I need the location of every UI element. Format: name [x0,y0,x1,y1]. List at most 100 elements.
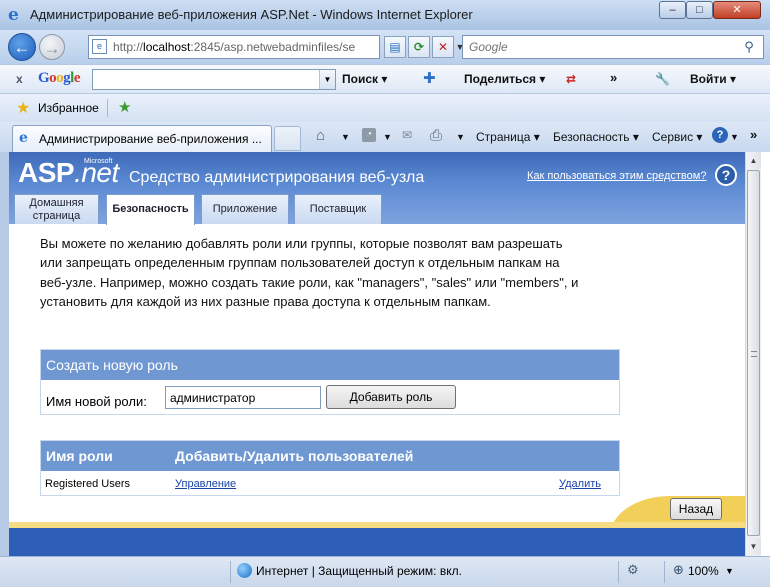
page-viewport: ASP.net Microsoft Средство администриров… [0,152,770,556]
address-bar[interactable]: e http://localhost:2845/asp.netwebadminf… [88,35,464,59]
url-rest: :2845/asp.netwebadminfiles/se [190,40,356,54]
tab-row: e Администрирование веб-приложения ... ⌂… [0,122,770,152]
maximize-button[interactable]: □ [686,1,713,19]
globe-icon [237,563,252,578]
back-button[interactable]: ← [8,33,36,61]
how-to-use-link[interactable]: Как пользоваться этим средством? [527,170,706,182]
manage-link[interactable]: Управление [175,478,236,490]
microsoft-label: Microsoft [84,158,113,165]
column-header-manage-users: Добавить/Удалить пользователей [175,448,414,464]
scroll-thumb[interactable] [747,170,760,536]
favorites-star-icon[interactable]: ★ [16,98,30,118]
toolbar-close-icon[interactable]: x [16,72,23,86]
google-search-input[interactable]: ▼ [92,69,336,90]
command-bar-more-button[interactable]: » [750,127,757,142]
safety-menu[interactable]: Безопасность ▾ [553,130,639,144]
intro-text: Вы можете по желанию добавлять роли или … [40,236,579,309]
page-icon: e [92,39,107,54]
security-zone-status[interactable]: Интернет | Защищенный режим: вкл. [256,564,462,578]
title-bar: e Администрирование веб-приложения ASP.N… [0,0,770,30]
divider [618,561,619,583]
mail-icon[interactable]: ✉ [402,128,412,142]
chevron-down-icon[interactable]: ▼ [319,70,335,89]
create-role-panel: Создать новую роль Имя новой роли: Добав… [40,349,620,415]
column-header-role-name: Имя роли [46,448,113,464]
delete-link[interactable]: Удалить [559,478,601,490]
browser-tab[interactable]: e Администрирование веб-приложения ... [12,125,272,152]
close-button[interactable]: ✕ [713,1,761,19]
translate-icon[interactable]: ⇄ [566,72,576,86]
vertical-scrollbar[interactable]: ▲ ▼ [745,152,761,556]
google-logo: Google [38,70,81,87]
divider [230,561,231,583]
table-header: Имя роли Добавить/Удалить пользователей [41,441,619,471]
minimize-button[interactable]: – [659,1,686,19]
new-role-label: Имя новой роли: [46,394,147,409]
wrench-icon[interactable]: 🔧 [655,72,670,86]
address-url[interactable]: http://localhost:2845/asp.netwebadminfil… [113,40,363,54]
scroll-up-icon[interactable]: ▲ [746,152,761,169]
window-title: Администрирование веб-приложения ASP.Net… [30,7,473,22]
compatibility-view-icon[interactable]: ▤ [384,36,406,58]
tab-security[interactable]: Безопасность [106,194,195,225]
refresh-icon[interactable]: ⟳ [408,36,430,58]
tools-menu[interactable]: Сервис ▾ [652,130,702,144]
add-button-icon[interactable]: ✚ [423,69,436,87]
add-role-button[interactable]: Добавить роль [326,385,456,409]
scroll-grip [751,351,757,357]
divider [664,561,665,583]
divider [107,99,108,117]
help-icon[interactable]: ? [715,164,737,186]
logo-letter: G [38,70,50,86]
page-title: Средство администрирования веб-узла [129,169,425,186]
logo-letter: e [73,70,81,86]
page-menu[interactable]: Страница ▾ [476,130,540,144]
browser-tab-label: Администрирование веб-приложения ... [39,132,262,146]
role-name-cell: Registered Users [45,478,130,490]
rss-feed-icon[interactable]: ◔ [362,128,376,142]
toolbar-more-button[interactable]: » [610,70,617,85]
chevron-down-icon[interactable]: ▼ [456,132,465,142]
protected-mode-icon[interactable]: ⚙ [627,562,639,578]
chevron-down-icon[interactable]: ▼ [730,132,739,142]
favorites-bar: ★ Избранное ★ [0,94,770,122]
logo-asp: ASP [18,157,75,188]
tab-home[interactable]: Домашняя страница [14,194,99,224]
ie-icon: e [8,5,19,25]
status-bar: Интернет | Защищенный режим: вкл. ⚙ ⊕ 10… [0,556,770,587]
url-prefix: http:// [113,40,144,54]
chevron-down-icon[interactable]: ▼ [725,566,734,576]
chevron-down-icon[interactable]: ▼ [383,132,392,142]
new-tab-button[interactable] [274,126,301,151]
footer-bar [9,528,745,556]
zoom-level[interactable]: 100% [688,564,719,578]
zoom-icon[interactable]: ⊕ [673,562,684,578]
tab-provider[interactable]: Поставщик [294,194,382,224]
back-page-button[interactable]: Назад [670,498,722,520]
ie-icon: e [19,130,28,146]
google-toolbar: x Google ▼ Поиск ▾ ✚ Поделиться ▾ ⇄ » 🔧 … [0,64,770,94]
print-icon[interactable]: ⎙ [430,127,442,144]
navigation-bar: ← → e http://localhost:2845/asp.netwebad… [0,30,770,64]
google-search-button[interactable]: Поиск ▾ [342,72,387,86]
search-icon[interactable]: ⚲ [739,38,759,56]
favorites-button[interactable]: Избранное [38,101,99,115]
chevron-down-icon[interactable]: ▼ [341,132,350,142]
new-role-input[interactable] [165,386,321,409]
web-page: ASP.net Microsoft Средство администриров… [9,152,745,556]
search-box[interactable]: ⚲ [462,35,764,59]
tab-application[interactable]: Приложение [201,194,289,224]
add-favorite-icon[interactable]: ★ [118,98,131,116]
url-host: localhost [143,40,191,54]
search-input[interactable] [469,38,729,56]
login-button[interactable]: Войти ▾ [690,72,736,86]
home-icon[interactable]: ⌂ [316,127,325,144]
create-role-heading: Создать новую роль [41,350,619,380]
share-button[interactable]: Поделиться ▾ [464,72,545,86]
scroll-down-icon[interactable]: ▼ [746,538,761,555]
stop-icon[interactable]: ✕ [432,36,454,58]
roles-table: Имя роли Добавить/Удалить пользователей … [40,440,620,496]
forward-button[interactable]: → [39,34,65,60]
help-icon[interactable]: ? [712,127,728,143]
asp-header: ASP.net Microsoft Средство администриров… [9,152,745,225]
